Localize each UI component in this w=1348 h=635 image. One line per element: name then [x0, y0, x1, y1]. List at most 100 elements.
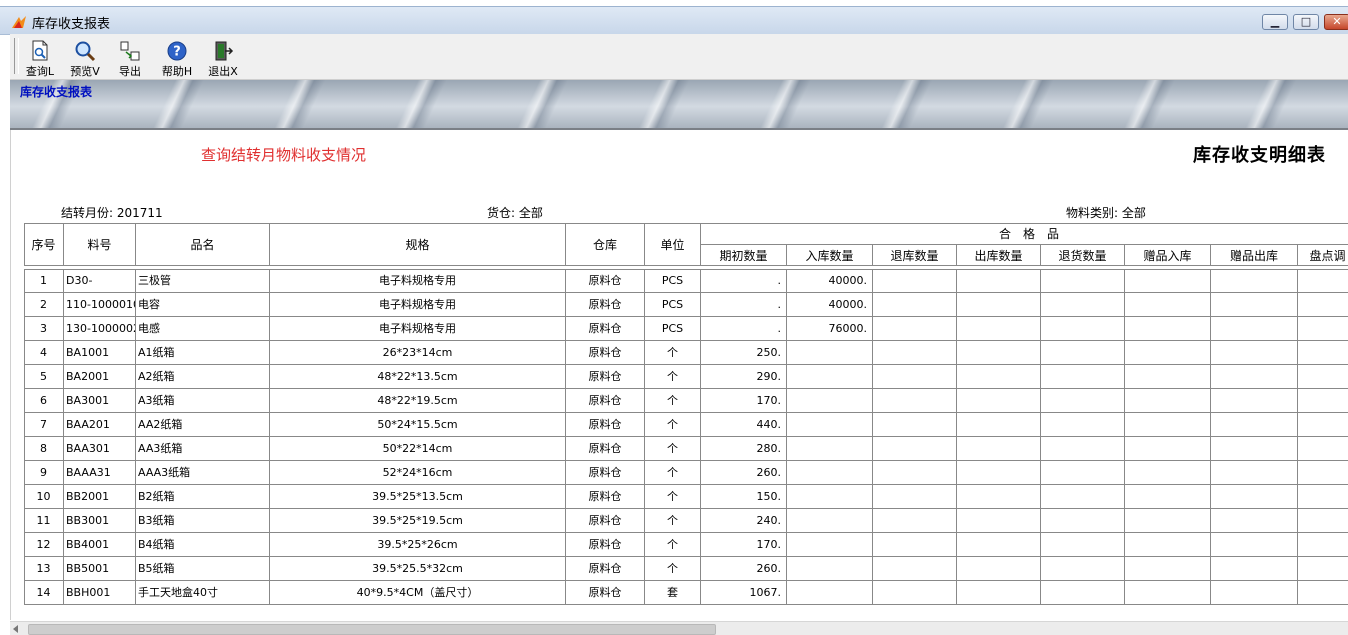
- table-cell: [873, 485, 957, 509]
- table-cell: A1纸箱: [136, 341, 270, 365]
- table-cell: 14: [24, 581, 64, 605]
- table-cell: 280.: [701, 437, 787, 461]
- table-cell: [1298, 293, 1348, 317]
- table-cell: [787, 365, 873, 389]
- table-cell: 8: [24, 437, 64, 461]
- table-cell: [1298, 317, 1348, 341]
- table-cell: [1125, 389, 1211, 413]
- qualified-group-header: 合 格 品: [701, 223, 1348, 245]
- table-cell: 原料仓: [566, 557, 645, 581]
- horizontal-scrollbar[interactable]: [10, 621, 1348, 635]
- table-cell: 原料仓: [566, 533, 645, 557]
- table-cell: [873, 437, 957, 461]
- table-cell: 4: [24, 341, 64, 365]
- table-cell: BB5001: [64, 557, 136, 581]
- table-cell: [1211, 269, 1298, 293]
- table-cell: [1041, 437, 1125, 461]
- table-cell: [787, 581, 873, 605]
- table-cell: B5纸箱: [136, 557, 270, 581]
- table-cell: PCS: [645, 317, 701, 341]
- quantity-subheader: 退货数量: [1041, 245, 1125, 266]
- table-cell: BAA201: [64, 413, 136, 437]
- window-title: 库存收支报表: [32, 17, 111, 32]
- table-cell: 52*24*16cm: [270, 461, 566, 485]
- table-cell: [1125, 557, 1211, 581]
- table-cell: 110-1000010: [64, 293, 136, 317]
- scroll-thumb[interactable]: [28, 624, 716, 635]
- table-cell: [1211, 317, 1298, 341]
- table-cell: 原料仓: [566, 485, 645, 509]
- table-cell: 1067.: [701, 581, 787, 605]
- help-button[interactable]: ? 帮助H: [156, 36, 198, 78]
- table-cell: 套: [645, 581, 701, 605]
- report-title: 库存收支明细表: [1193, 145, 1326, 166]
- table-cell: 170.: [701, 389, 787, 413]
- minimize-button[interactable]: ▁: [1262, 14, 1288, 30]
- table-cell: [1211, 557, 1298, 581]
- table-cell: 原料仓: [566, 581, 645, 605]
- table-cell: [957, 269, 1041, 293]
- table-cell: [957, 557, 1041, 581]
- query-button[interactable]: 查询L: [19, 36, 61, 78]
- table-cell: [1125, 341, 1211, 365]
- help-icon: ?: [167, 41, 187, 61]
- table-cell: [957, 413, 1041, 437]
- table-cell: .: [701, 269, 787, 293]
- table-cell: 三极管: [136, 269, 270, 293]
- window-titlebar: 库存收支报表 ▁ □ ✕: [0, 6, 1348, 35]
- table-cell: [957, 293, 1041, 317]
- table-cell: [873, 413, 957, 437]
- table-cell: [1298, 365, 1348, 389]
- table-cell: 5: [24, 365, 64, 389]
- maximize-button[interactable]: □: [1293, 14, 1319, 30]
- table-cell: 290.: [701, 365, 787, 389]
- table-cell: 原料仓: [566, 341, 645, 365]
- table-cell: AAA3纸箱: [136, 461, 270, 485]
- table-cell: 250.: [701, 341, 787, 365]
- table-cell: D30-: [64, 269, 136, 293]
- warehouse-label: 货仓: 全部: [487, 206, 543, 220]
- col-part-no-header: 料号: [64, 223, 136, 266]
- table-cell: [873, 557, 957, 581]
- table-cell: B2纸箱: [136, 485, 270, 509]
- preview-button[interactable]: 预览V: [64, 36, 106, 78]
- export-button[interactable]: 导出: [109, 36, 151, 78]
- table-cell: [1211, 341, 1298, 365]
- table-cell: [1041, 485, 1125, 509]
- table-cell: BA3001: [64, 389, 136, 413]
- close-button[interactable]: ✕: [1324, 14, 1348, 30]
- table-cell: [957, 389, 1041, 413]
- table-cell: 2: [24, 293, 64, 317]
- table-cell: [1211, 365, 1298, 389]
- col-unit-header: 单位: [645, 223, 701, 266]
- scroll-left-icon[interactable]: [13, 625, 18, 633]
- table-cell: [957, 437, 1041, 461]
- table-cell: [1125, 317, 1211, 341]
- table-cell: 13: [24, 557, 64, 581]
- table-cell: [1125, 533, 1211, 557]
- table-cell: [1125, 485, 1211, 509]
- table-cell: [787, 461, 873, 485]
- table-cell: [1125, 365, 1211, 389]
- table-cell: [1041, 389, 1125, 413]
- table-cell: [957, 485, 1041, 509]
- table-cell: [1211, 485, 1298, 509]
- table-cell: [1298, 437, 1348, 461]
- table-cell: 电子料规格专用: [270, 269, 566, 293]
- table-cell: [957, 317, 1041, 341]
- table-cell: 48*22*19.5cm: [270, 389, 566, 413]
- table-cell: [1125, 509, 1211, 533]
- table-cell: 40000.: [787, 269, 873, 293]
- table-cell: 原料仓: [566, 413, 645, 437]
- table-cell: A3纸箱: [136, 389, 270, 413]
- app-icon: [12, 16, 26, 28]
- col-seq-header: 序号: [24, 223, 64, 266]
- table-cell: [787, 389, 873, 413]
- exit-button[interactable]: 退出X: [202, 36, 244, 78]
- table-cell: 个: [645, 389, 701, 413]
- table-cell: [1211, 389, 1298, 413]
- table-cell: [873, 317, 957, 341]
- table-cell: PCS: [645, 269, 701, 293]
- table-cell: [1041, 557, 1125, 581]
- table-cell: [1298, 413, 1348, 437]
